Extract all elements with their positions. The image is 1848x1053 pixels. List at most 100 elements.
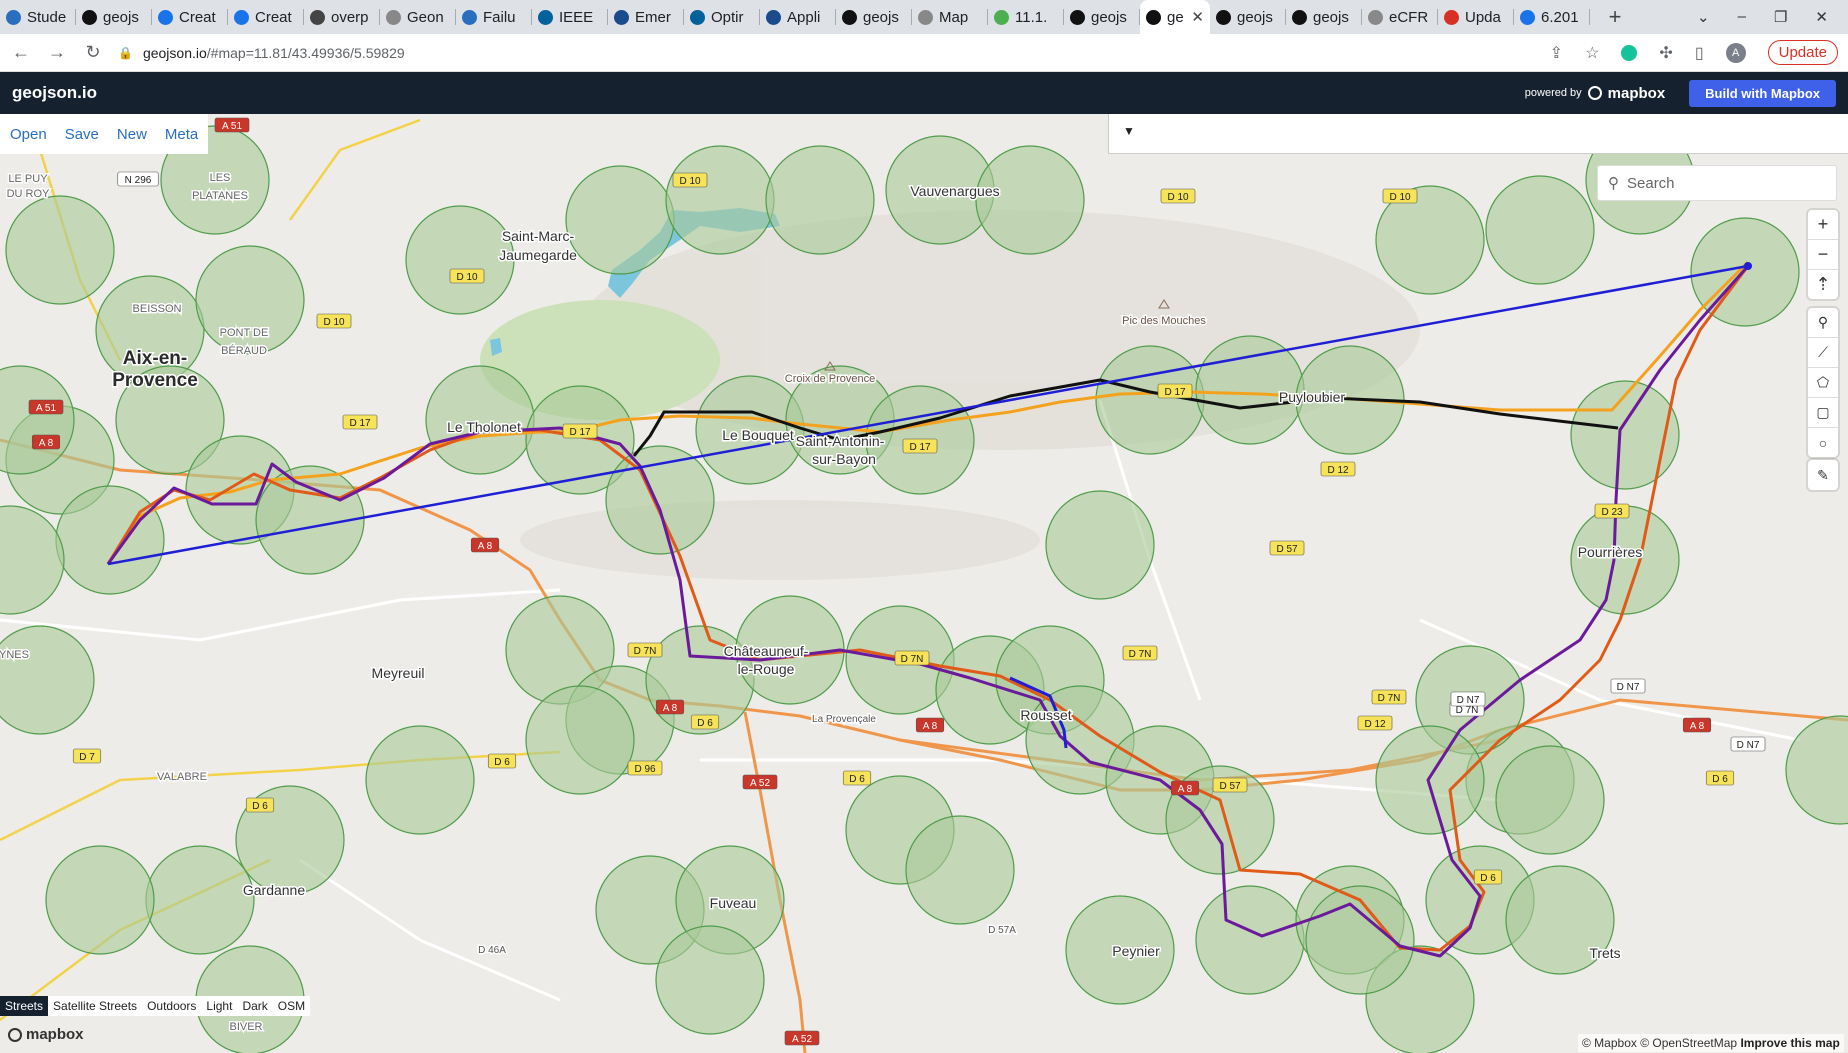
layer-option[interactable]: Dark — [237, 996, 272, 1016]
draw-circle-icon[interactable]: ○ — [1808, 428, 1838, 457]
place-label: YNES — [0, 649, 29, 661]
layer-option[interactable]: Streets — [0, 996, 49, 1016]
menu-save[interactable]: Save — [65, 126, 99, 143]
buffer-zone — [605, 445, 715, 555]
place-label: D 46A — [478, 945, 506, 956]
browser-tab[interactable]: Appli — [760, 0, 836, 34]
reload-icon[interactable]: ↻ — [78, 42, 108, 63]
layer-option[interactable]: Light — [201, 996, 237, 1016]
road-shield: D 57 — [1269, 540, 1305, 556]
powered-by-text: powered by — [1524, 87, 1582, 99]
browser-tab[interactable]: overp — [304, 0, 380, 34]
draw-polygon-icon[interactable]: ⬠ — [1808, 368, 1838, 398]
app-brand[interactable]: geojson.io — [12, 83, 97, 103]
draw-point-icon[interactable]: ⚲ — [1808, 308, 1838, 338]
minimize-icon[interactable]: – — [1738, 8, 1746, 26]
browser-tab[interactable]: geojs — [836, 0, 912, 34]
browser-tab[interactable]: Failu — [456, 0, 532, 34]
powered-by-mapbox[interactable]: powered by mapbox — [1525, 85, 1665, 102]
browser-tab[interactable]: Creat — [228, 0, 304, 34]
edit-geometries-icon[interactable]: ✎ — [1808, 460, 1838, 490]
update-button[interactable]: Update — [1767, 40, 1838, 65]
buffer-zone — [975, 145, 1085, 255]
browser-tab[interactable]: ge ✕ — [1140, 0, 1210, 34]
zoom-out-button[interactable]: − — [1808, 240, 1838, 270]
draw-rectangle-icon[interactable]: ▢ — [1808, 398, 1838, 428]
new-tab-button[interactable]: + — [1598, 4, 1632, 30]
road-shield-label: A 8 — [923, 721, 938, 732]
browser-tab[interactable]: geojs — [1064, 0, 1140, 34]
tab-title: Optir — [711, 8, 744, 26]
map-svg[interactable]: A 51 A 51 A 8 A 8 A 8 A 8 A 8 A 8 A 52 A 52 D 10 D … — [0, 114, 1848, 1053]
url-field[interactable]: 🔒 geojson.io/#map=11.81/43.49936/5.59829 — [118, 45, 405, 61]
build-with-mapbox-button[interactable]: Build with Mapbox — [1689, 79, 1836, 107]
place-label: Pic des Mouches — [1122, 315, 1206, 327]
tab-title: Failu — [483, 8, 516, 26]
share-icon[interactable]: ⇪ — [1550, 43, 1563, 63]
browser-tab[interactable]: Geon — [380, 0, 456, 34]
browser-tab[interactable]: geojs — [76, 0, 152, 34]
road-shield: D N7 — [1610, 678, 1646, 694]
route-endpoint[interactable] — [1744, 262, 1752, 270]
restore-icon[interactable]: ❐ — [1774, 8, 1787, 26]
place-label: LES — [210, 172, 231, 184]
grammarly-icon[interactable] — [1621, 44, 1638, 61]
geocoder-search[interactable]: ⚲ Search — [1597, 165, 1837, 201]
close-window-icon[interactable]: ✕ — [1815, 8, 1828, 26]
globe-icon — [918, 9, 933, 25]
draw-line-icon[interactable]: ⟋ — [1808, 338, 1838, 368]
close-tab-icon[interactable]: ✕ — [1191, 8, 1204, 26]
tab-search-icon[interactable]: ⌄ — [1697, 8, 1710, 26]
map-attribution: © Mapbox © OpenStreetMap Improve this ma… — [1578, 1034, 1844, 1052]
browser-tab[interactable]: Map — [912, 0, 988, 34]
tab-title: Creat — [255, 8, 292, 26]
tab-title: geojs — [103, 8, 139, 26]
attrib-mapbox[interactable]: © Mapbox — [1582, 1036, 1637, 1050]
road-shield-label: D 10 — [679, 176, 701, 187]
tab-title: Emer — [635, 8, 671, 26]
browser-tab[interactable]: 6.201 — [1514, 0, 1590, 34]
browser-tab[interactable]: Stude — [0, 0, 76, 34]
mapbox-map-logo[interactable]: mapbox — [8, 1026, 84, 1043]
browser-tab[interactable]: Emer — [608, 0, 684, 34]
browser-tab[interactable]: Optir — [684, 0, 760, 34]
place-label: Provence — [112, 370, 198, 391]
panel-toggle-icon[interactable]: ▼ — [1123, 124, 1135, 138]
layer-option[interactable]: OSM — [273, 996, 310, 1016]
layer-option[interactable]: Outdoors — [142, 996, 201, 1016]
menu-new[interactable]: New — [117, 126, 147, 143]
forward-icon[interactable]: → — [42, 42, 72, 63]
road-shield-label: D 7N — [1129, 649, 1152, 660]
sidebar-icon[interactable]: ▯ — [1695, 43, 1704, 63]
place-label: Meyreuil — [372, 665, 425, 681]
compass-button[interactable]: ⇡ — [1808, 270, 1838, 299]
road-shield-label: D 12 — [1327, 465, 1349, 476]
place-label: sur-Bayon — [812, 451, 876, 467]
road-shield-label: A 8 — [39, 438, 54, 449]
lock-icon[interactable]: 🔒 — [118, 46, 133, 60]
map-canvas[interactable]: A 51 A 51 A 8 A 8 A 8 A 8 A 8 A 8 A 52 A 52 D 10 D … — [0, 114, 1848, 1053]
profile-avatar[interactable]: A — [1725, 42, 1746, 63]
zoom-in-button[interactable]: + — [1808, 210, 1838, 240]
attrib-improve[interactable]: Improve this map — [1740, 1036, 1839, 1050]
browser-tab[interactable]: IEEE — [532, 0, 608, 34]
browser-tab[interactable]: Upda — [1438, 0, 1514, 34]
road-shield: A 8 — [470, 537, 500, 553]
browser-tab[interactable]: geojs — [1210, 0, 1286, 34]
menu-meta[interactable]: Meta — [165, 126, 198, 143]
globe-icon — [386, 9, 401, 25]
browser-tab[interactable]: 11.1. — [988, 0, 1064, 34]
back-icon[interactable]: ← — [6, 42, 36, 63]
attrib-osm[interactable]: © OpenStreetMap — [1640, 1036, 1737, 1050]
mapbox-logo-icon — [1587, 86, 1602, 100]
browser-tab[interactable]: geojs — [1286, 0, 1362, 34]
browser-tab[interactable]: eCFR — [1362, 0, 1438, 34]
buffer-zone — [365, 725, 475, 835]
menu-open[interactable]: Open — [10, 126, 47, 143]
road-shield-label: D 57 — [1219, 781, 1241, 792]
extensions-icon[interactable]: ✣ — [1659, 43, 1672, 63]
place-label: PONT DE — [220, 327, 269, 339]
bookmark-star-icon[interactable]: ☆ — [1585, 43, 1599, 63]
layer-option[interactable]: Satellite Streets — [48, 996, 142, 1016]
browser-tab[interactable]: Creat — [152, 0, 228, 34]
